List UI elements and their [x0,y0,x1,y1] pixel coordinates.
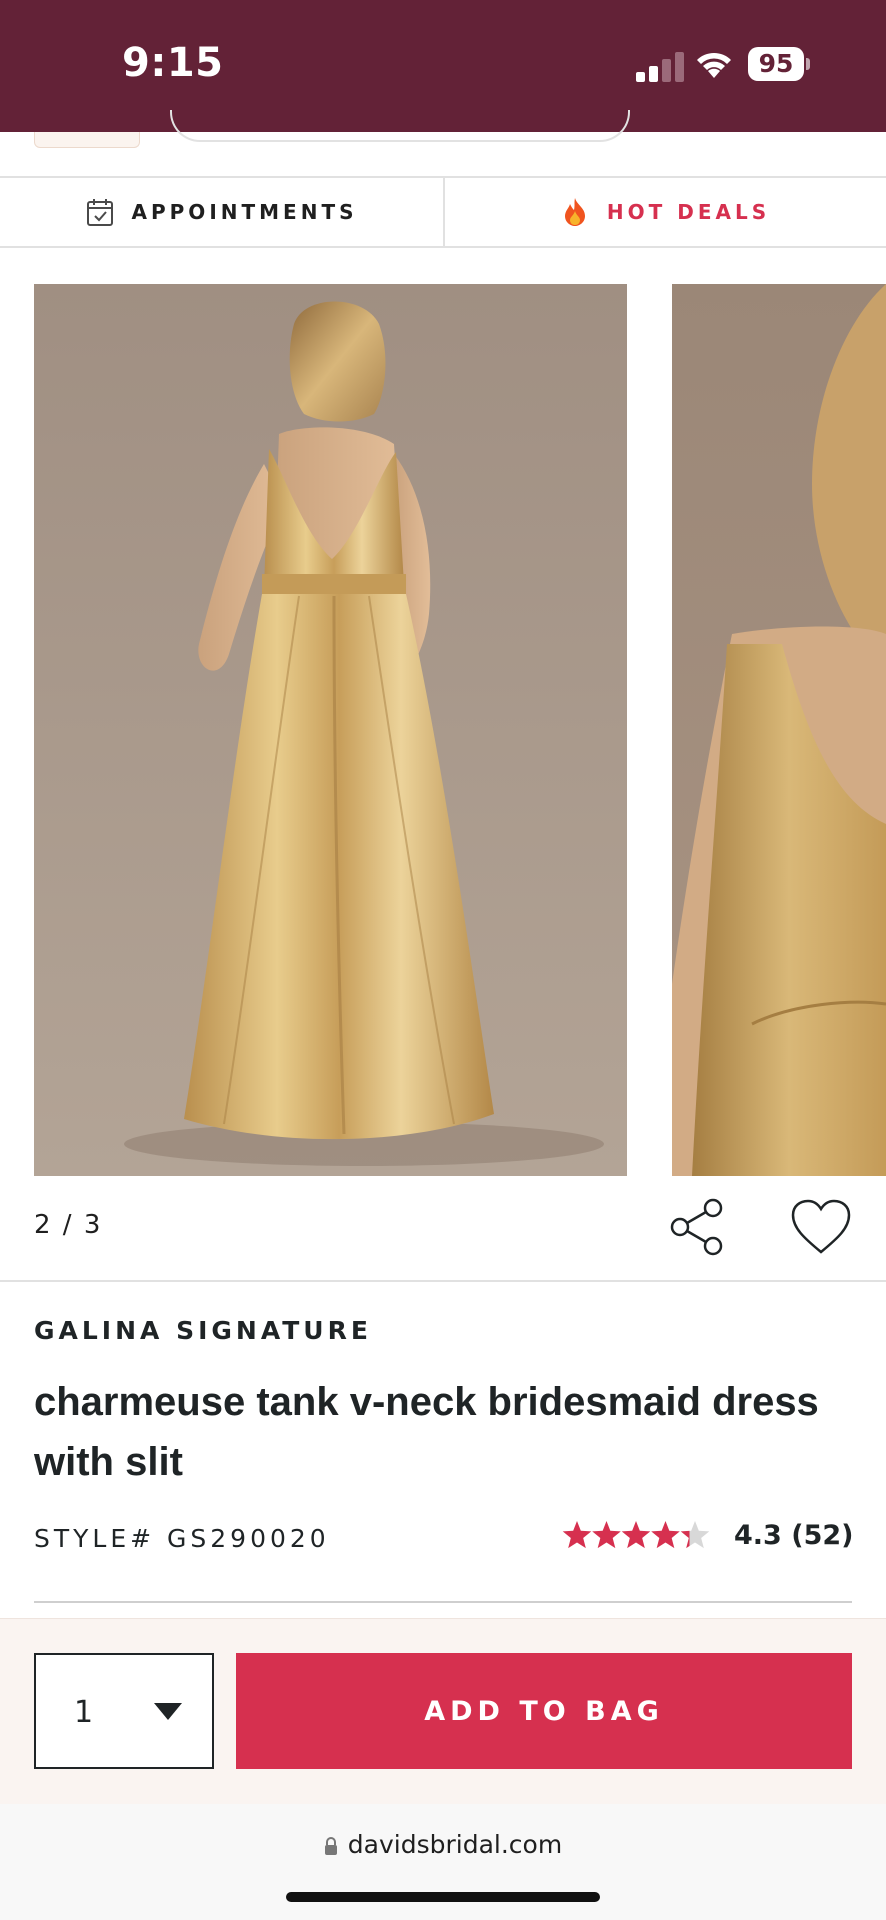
star-icon [562,1521,592,1549]
appointments-link[interactable]: APPOINTMENTS [0,178,443,246]
hot-deals-link[interactable]: HOT DEALS [443,178,886,246]
appointments-label: APPOINTMENTS [131,200,358,224]
product-style-number: STYLE# GS290020 [34,1524,330,1553]
battery-icon: 95 [748,47,810,81]
quantity-value: 1 [74,1695,94,1730]
rating-stars [562,1521,710,1549]
divider [34,1601,852,1603]
add-to-bag-button[interactable]: ADD TO BAG [236,1653,852,1769]
star-icon [680,1521,710,1549]
promo-nav: APPOINTMENTS HOT DEALS [0,176,886,248]
quantity-select[interactable]: 1 [34,1653,214,1769]
share-icon[interactable] [668,1198,726,1256]
rating-value: 4.3 (52) [734,1519,854,1551]
heart-icon[interactable] [790,1198,852,1256]
star-icon [651,1521,680,1549]
calendar-icon [86,199,113,226]
product-image-back[interactable] [34,284,627,1176]
star-icon [621,1521,651,1549]
divider [0,1280,886,1282]
url-text: davidsbridal.com [347,1830,563,1859]
star-icon [592,1521,621,1549]
hot-deals-label: HOT DEALS [606,200,771,224]
product-rating[interactable]: 4.3 (52) [562,1518,853,1552]
product-image-front[interactable] [672,284,886,1176]
status-time: 9:15 [122,40,224,86]
add-to-bag-bar: 1 ADD TO BAG [0,1618,886,1804]
image-counter: 2 / 3 [34,1210,103,1240]
dropdown-caret-icon [154,1703,182,1720]
product-brand: GALINA SIGNATURE [34,1316,372,1345]
product-image-carousel[interactable] [34,284,886,1176]
address-bar[interactable]: davidsbridal.com [0,1830,886,1859]
header-search-remnant[interactable] [170,110,630,142]
product-title: charmeuse tank v-neck bridesmaid dress w… [34,1380,819,1484]
header-logo-remnant [34,132,140,148]
home-indicator[interactable] [286,1892,600,1902]
lock-icon [324,1837,337,1855]
wifi-icon [697,52,731,78]
signal-icon [636,52,684,82]
battery-level: 95 [748,47,804,81]
flame-icon [564,198,585,226]
browser-url-bar: davidsbridal.com [0,1804,886,1920]
